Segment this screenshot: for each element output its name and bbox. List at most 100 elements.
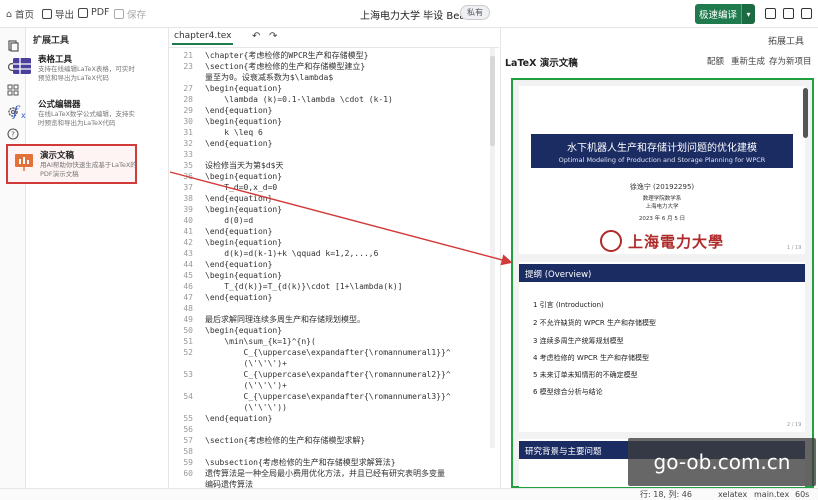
code-line[interactable]: 35 设检修当天为第$d$天 [169,160,499,171]
layout-split-icon[interactable] [765,8,776,19]
line-number: 45 [183,271,193,280]
code-line[interactable]: 43 d(k)=d(k-1)+k \qquad k=1,2,...,6 [169,248,499,259]
editor-scrollbar-thumb[interactable] [490,56,495,146]
code-line[interactable]: 36 \begin{equation} [169,171,499,182]
slide-page-number: 2 / 19 [787,422,802,428]
line-number: 55 [183,414,193,423]
compiler-engine[interactable]: xelatex [718,489,747,500]
regenerate-button[interactable]: 重新生成 [731,55,765,67]
line-text: C_{\uppercase\expandafter{\romannumeral2… [205,370,451,379]
preview-title: LaTeX 演示文稿 [505,58,578,69]
compile-button[interactable]: 极速编译 [695,4,741,24]
line-number: 49 [183,315,193,324]
line-text: \min\sum_{k=1}^{n}( [205,337,316,346]
undo-icon[interactable]: ↶ [252,31,260,42]
home-button[interactable]: ⌂ 首页 [6,7,34,22]
preview-scrollbar-thumb[interactable] [803,88,808,138]
status-bar: 行: 18, 列: 46 xelatex main.tex 60s [0,488,818,500]
code-line[interactable]: 52 C_{\uppercase\expandafter{\romannumer… [169,347,499,358]
code-line[interactable]: 39 \begin{equation} [169,204,499,215]
line-text: \subsection{考虑检修的生产和存储模型求解算法} [205,458,396,467]
line-number: 35 [183,161,193,170]
table-tool-item[interactable]: 表格工具 支持在线编辑LaTeX表格，可实时预览和导出为LaTeX代码 [6,50,137,90]
code-line[interactable]: (\'\'\')+ [169,380,499,391]
code-line[interactable]: 29 \end{equation} [169,105,499,116]
slide-title-band: 水下机器人生产和存储计划问题的优化建模 Optimal Modeling of … [531,134,793,168]
presentation-tool-item[interactable]: 演示文稿 用AI帮助你快速生成基于LaTeX的PDF演示文稿 [6,144,137,184]
code-line[interactable]: 32 \end{equation} [169,138,499,149]
code-line[interactable]: 46 T_{d(k)}=T_{d(k)}\cdot [1+\lambda(k)] [169,281,499,292]
code-line[interactable]: 58 [169,446,499,457]
line-text: 量至为0。设衰减系数为$\lambda$ [205,73,334,82]
code-line[interactable]: 59 \subsection{考虑检修的生产和存储模型求解算法} [169,457,499,468]
code-line[interactable]: 28 \lambda (k)=0.1-\lambda \cdot (k-1) [169,94,499,105]
layout-editor-icon[interactable] [783,8,794,19]
code-line[interactable]: 37 T_d=0,x_d=0 [169,182,499,193]
tab-chapter4[interactable]: chapter4.tex [172,31,234,45]
code-line[interactable]: (\'\'\')+ [169,358,499,369]
tool-description: 用AI帮助你快速生成基于LaTeX的PDF演示文稿 [40,161,137,178]
code-line[interactable]: 44 \end{equation} [169,259,499,270]
line-number: 23 [183,62,193,71]
code-line[interactable]: (\'\'\')) [169,402,499,413]
line-text: \end{equation} [205,227,273,236]
function-icon: fx [12,104,26,120]
code-line[interactable]: 23 \section{考虑检修的生产和存储模型建立} [169,61,499,72]
code-line[interactable]: 53 C_{\uppercase\expandafter{\romannumer… [169,369,499,380]
layout-preview-icon[interactable] [801,8,812,19]
code-line[interactable]: 57 \section{考虑检修的生产和存储模型求解} [169,435,499,446]
export-button[interactable]: 导出 [42,7,74,21]
code-line[interactable]: 38 \end{equation} [169,193,499,204]
code-line[interactable]: 27 \begin{equation} [169,83,499,94]
university-seal-icon [600,230,622,252]
redo-icon[interactable]: ↷ [269,31,277,42]
formula-editor-item[interactable]: fx 公式编辑器 在线LaTeX数学公式编辑，支持实时预览和导出为LaTeX代码 [6,95,137,135]
code-line[interactable]: 42 \begin{equation} [169,237,499,248]
code-line[interactable]: 56 [169,424,499,435]
save-button[interactable]: 保存 [114,7,146,21]
code-line[interactable]: 60 遗传算法是一种全局最小费用优化方法，并且已经有研究表明多变量 [169,468,499,479]
code-line[interactable]: 量至为0。设衰减系数为$\lambda$ [169,72,499,83]
slide-overview [519,262,805,432]
code-line[interactable]: 33 [169,149,499,160]
line-text: T_d=0,x_d=0 [205,183,278,192]
line-text: (\'\'\')+ [205,359,287,368]
code-line[interactable]: 55 \end{equation} [169,413,499,424]
slide-date: 2023 年 6 月 5 日 [638,216,686,222]
pdf-button[interactable]: PDF [78,7,110,18]
tool-name: 表格工具 [38,55,73,65]
slide-title [519,86,805,254]
code-line[interactable]: 45 \begin{equation} [169,270,499,281]
code-line[interactable]: 30 \begin{equation} [169,116,499,127]
tool-description: 支持在线编辑LaTeX表格，可实时预览和导出为LaTeX代码 [38,65,135,82]
watermark: go-ob.com.cn [628,438,816,486]
code-line[interactable]: 49 最后求解同理连续多周生产和存储规划模型。 [169,314,499,325]
line-text: (\'\'\')) [205,403,287,412]
code-line[interactable]: 51 \min\sum_{k=1}^{n}( [169,336,499,347]
save-as-project-button[interactable]: 存为新项目 [769,55,812,67]
line-text: 最后求解同理连续多周生产和存储规划模型。 [205,315,365,324]
code-line[interactable]: 50 \begin{equation} [169,325,499,336]
code-editor[interactable]: chapter4.tex ↶ ↷ 21 \chapter{考虑检修的WPCR生产和… [169,28,499,500]
export-icon [42,9,52,19]
line-text: \begin{equation} [205,84,283,93]
outline-item: 4 考虑检修的 WPCR 生产和存储模型 [533,354,650,362]
line-text: k \leq 6 [205,128,263,137]
line-text: \begin{equation} [205,205,283,214]
code-line[interactable]: 48 [169,303,499,314]
compile-options-dropdown[interactable]: ▾ [741,4,755,24]
code-line[interactable]: 54 C_{\uppercase\expandafter{\romannumer… [169,391,499,402]
line-number: 37 [183,183,193,192]
line-text: \begin{equation} [205,238,283,247]
extension-tools-menu[interactable]: 拓展工具 [768,34,804,47]
code-line[interactable]: 41 \end{equation} [169,226,499,237]
code-line[interactable]: 31 k \leq 6 [169,127,499,138]
code-line[interactable]: 47 \end{equation} [169,292,499,303]
line-number: 56 [183,425,193,434]
code-line[interactable]: 40 d(0)=d [169,215,499,226]
presentation-chart-icon [15,154,33,171]
code-line[interactable]: 21 \chapter{考虑检修的WPCR生产和存储模型} [169,50,499,61]
quota-button[interactable]: 配额 [707,55,724,67]
main-file[interactable]: main.tex [754,489,789,500]
line-number: 48 [183,304,193,313]
